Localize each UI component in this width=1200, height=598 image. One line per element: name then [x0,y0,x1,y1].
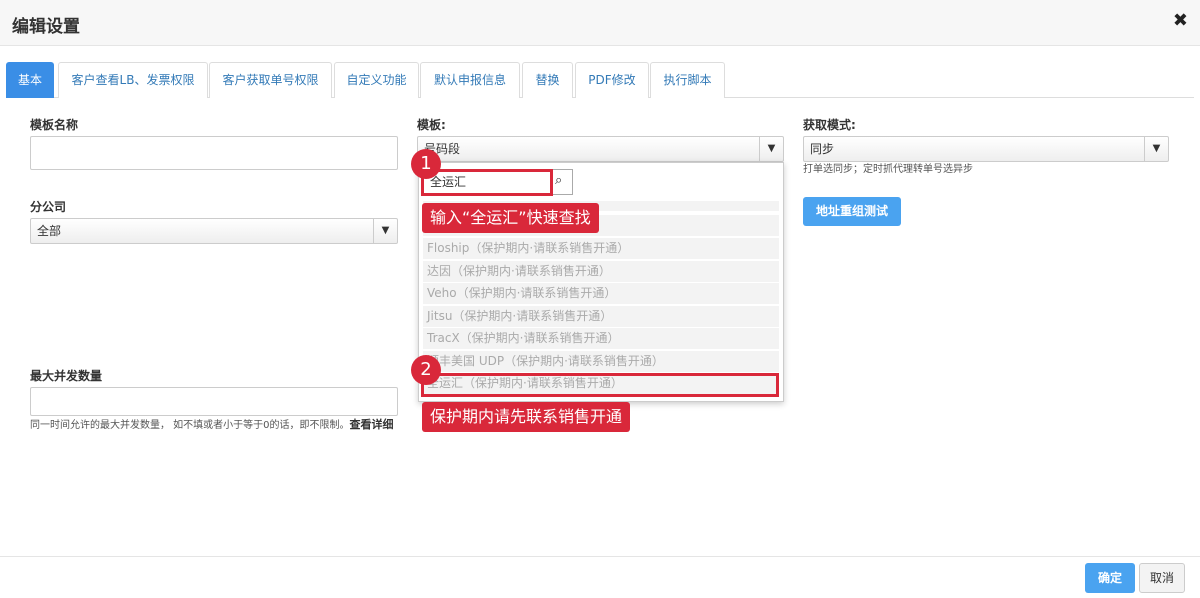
search-icon: ⌕ [555,173,563,188]
confirm-button[interactable]: 确定 [1085,563,1135,593]
edit-settings-dialog: 编辑设置 ✖ 基本 客户查看LB、发票权限 客户获取单号权限 自定义功能 默认申… [0,0,1200,598]
search-highlight-frame [421,169,553,196]
callout-protection-tip: 保护期内请先联系销售开通 [422,402,631,432]
template-label: 模板: [417,118,446,132]
dialog-title: 编辑设置 [12,17,80,37]
template-name-label: 模板名称 [30,118,79,132]
tab-replace[interactable]: 替换 [522,62,573,98]
chevron-down-icon: ▼ [1144,137,1168,161]
chevron-down-icon: ▼ [759,137,783,161]
fetch-mode-select[interactable]: 同步 ▼ [803,136,1169,162]
max-concurrency-label: 最大并发数量 [30,369,103,383]
step-badge-1: 1 [411,149,441,179]
max-concurrency-hint: 同一时间允许的最大并发数量， 如不填或者小于等于0的话，即不限制。查看详细 [30,418,394,431]
template-select[interactable]: 号码段 ▼ [417,136,784,162]
dialog-footer: 确定 取消 [0,556,1200,598]
list-item[interactable]: TracX（保护期内·请联系销售开通） [423,328,779,349]
fetch-mode-value: 同步 [810,142,835,156]
list-item[interactable]: 达因（保护期内·请联系销售开通） [423,261,779,282]
branch-select[interactable]: 全部 ▼ [30,218,398,244]
max-concurrency-input[interactable] [30,387,398,416]
chevron-down-icon: ▼ [373,219,397,243]
tab-default-declaration[interactable]: 默认申报信息 [420,62,520,98]
list-item[interactable]: Floship（保护期内·请联系销售开通） [423,238,779,259]
option-highlight-frame [421,373,779,397]
tab-customer-lb-invoice-permission[interactable]: 客户查看LB、发票权限 [58,62,208,98]
list-item[interactable]: Veho（保护期内·请联系销售开通） [423,283,779,304]
tab-custom-function[interactable]: 自定义功能 [334,62,419,98]
template-name-input[interactable] [30,136,398,170]
tab-pdf-modify[interactable]: PDF修改 [575,62,649,98]
list-item[interactable]: Jitsu（保护期内·请联系销售开通） [423,306,779,327]
branch-label: 分公司 [30,200,67,214]
dialog-header: 编辑设置 ✖ [0,0,1200,46]
close-icon[interactable]: ✖ [1173,10,1188,31]
tab-customer-tracking-permission[interactable]: 客户获取单号权限 [209,62,332,98]
cancel-button[interactable]: 取消 [1139,563,1185,593]
tab-bar: 基本 客户查看LB、发票权限 客户获取单号权限 自定义功能 默认申报信息 替换 … [6,62,1194,98]
address-test-button[interactable]: 地址重组测试 [803,197,901,226]
tab-execute-script[interactable]: 执行脚本 [650,62,725,98]
view-details-link[interactable]: 查看详细 [350,418,394,431]
tab-basic[interactable]: 基本 [6,62,54,98]
list-item[interactable]: 顺丰美国 UDP（保护期内·请联系销售开通） [423,351,779,372]
branch-value: 全部 [37,224,62,238]
step-badge-2: 2 [411,355,441,385]
fetch-mode-label: 获取模式: [803,118,856,132]
template-dropdown: 全运汇 ⌕ Floship（保护期内·请联系销售开通） 达因（保护期内·请联系销… [418,162,784,402]
fetch-mode-hint: 打单选同步；定时抓代理转单号选异步 [803,164,973,175]
callout-search-tip: 输入“全运汇”快速查找 [422,203,599,233]
